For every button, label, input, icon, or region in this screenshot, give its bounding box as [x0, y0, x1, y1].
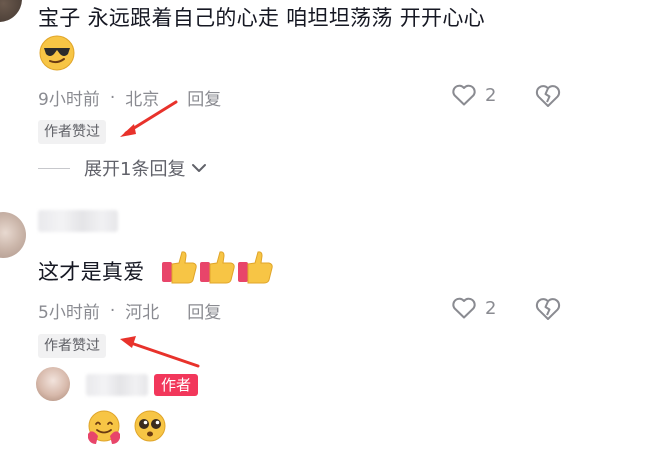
comment-text: 宝子 永远跟着自己的心走 咱坦坦荡荡 开开心心 [38, 6, 485, 30]
comment-text: 这才是真爱 [38, 260, 145, 284]
expand-divider [38, 167, 70, 169]
like-button[interactable]: 2 [451, 296, 496, 320]
red-arrow-annotation [120, 100, 178, 137]
comment-time: 5小时前 [38, 303, 100, 323]
comment-time: 9小时前 [38, 90, 100, 110]
hugging-face-emoji [88, 410, 120, 444]
username-blurred[interactable] [38, 210, 118, 232]
chevron-down-icon [192, 164, 207, 172]
sunglasses-face-emoji [39, 35, 75, 71]
meta-separator: · [109, 300, 116, 321]
pleading-face-emoji [134, 410, 166, 442]
reply-emoji-group [88, 410, 166, 444]
heart-outline-icon [452, 297, 476, 319]
thumbs-up-emoji-group [162, 251, 273, 284]
meta-separator: · [109, 87, 116, 108]
comment-location: 河北 [125, 303, 160, 323]
expand-label: 展开1条回复 [84, 159, 186, 180]
thumbs-up-emoji [238, 251, 273, 284]
heart-outline-icon [452, 84, 476, 106]
reply-button[interactable]: 回复 [187, 298, 221, 323]
author-liked-tag: 作者赞过 [38, 120, 106, 144]
like-count: 2 [485, 297, 497, 319]
username-blurred[interactable] [86, 374, 148, 396]
reply-button[interactable]: 回复 [187, 85, 221, 110]
avatar[interactable] [0, 212, 26, 258]
red-arrow-annotation [120, 336, 200, 368]
broken-heart-icon[interactable] [534, 83, 562, 109]
thumbs-up-emoji [200, 251, 235, 284]
like-button[interactable]: 2 [451, 83, 496, 107]
like-count: 2 [485, 84, 497, 106]
author-liked-tag: 作者赞过 [38, 334, 106, 358]
comment-meta: 5小时前 · 河北 回复 [38, 298, 221, 324]
author-badge: 作者 [154, 374, 199, 396]
expand-replies-button[interactable]: 展开1条回复 [38, 155, 207, 181]
thumbs-up-emoji [162, 251, 197, 284]
author-avatar[interactable] [36, 367, 70, 401]
broken-heart-icon[interactable] [534, 296, 562, 322]
avatar[interactable] [0, 0, 22, 22]
